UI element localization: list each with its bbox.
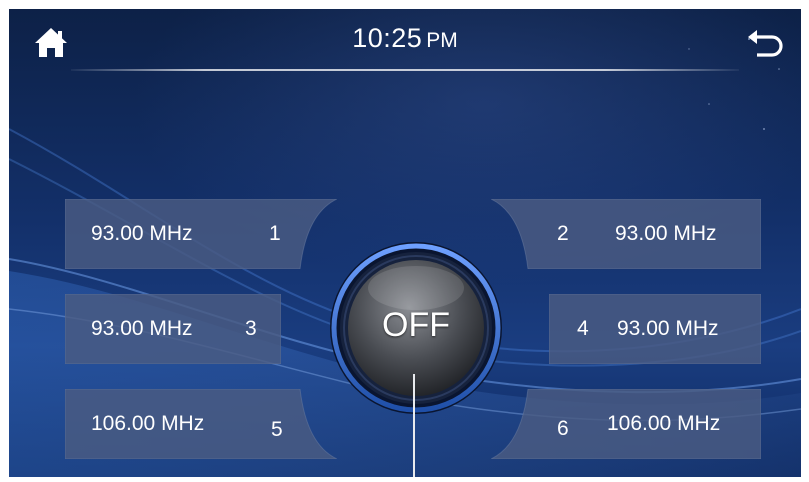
preset-button-3[interactable]: 93.00 MHz 3	[65, 294, 281, 364]
back-button[interactable]	[745, 25, 785, 61]
preset-button-1[interactable]: 93.00 MHz 1	[65, 199, 337, 269]
preset-frequency: 93.00 MHz	[615, 222, 717, 245]
clock-ampm: PM	[426, 29, 458, 52]
power-off-button[interactable]: OFF	[328, 240, 504, 416]
preset-number: 5	[271, 418, 283, 441]
radio-screen: 10:25 PM 93.00 MHz 1 93.00 MHz 3 106.00 M…	[9, 9, 801, 477]
clock-time: 10:25	[352, 23, 423, 53]
back-arrow-icon	[748, 30, 783, 57]
header-divider	[71, 69, 739, 71]
preset-number: 2	[557, 222, 569, 245]
preset-button-6[interactable]: 6 106.00 MHz	[491, 389, 761, 459]
top-bar: 10:25 PM	[9, 9, 801, 75]
preset-frequency: 106.00 MHz	[91, 412, 205, 435]
power-off-label: OFF	[382, 306, 450, 344]
preset-frequency: 93.00 MHz	[91, 222, 193, 245]
preset-button-4[interactable]: 4 93.00 MHz	[549, 294, 761, 364]
preset-button-2[interactable]: 2 93.00 MHz	[491, 199, 761, 269]
preset-frequency: 93.00 MHz	[91, 317, 193, 340]
clock: 10:25 PM	[9, 23, 801, 54]
preset-button-5[interactable]: 106.00 MHz 5	[65, 389, 337, 459]
callout-line	[413, 374, 415, 477]
preset-number: 3	[245, 317, 257, 340]
preset-frequency: 93.00 MHz	[617, 317, 719, 340]
preset-frequency: 106.00 MHz	[607, 412, 721, 435]
preset-number: 4	[577, 317, 589, 340]
preset-number: 6	[557, 417, 569, 440]
preset-number: 1	[269, 222, 281, 245]
